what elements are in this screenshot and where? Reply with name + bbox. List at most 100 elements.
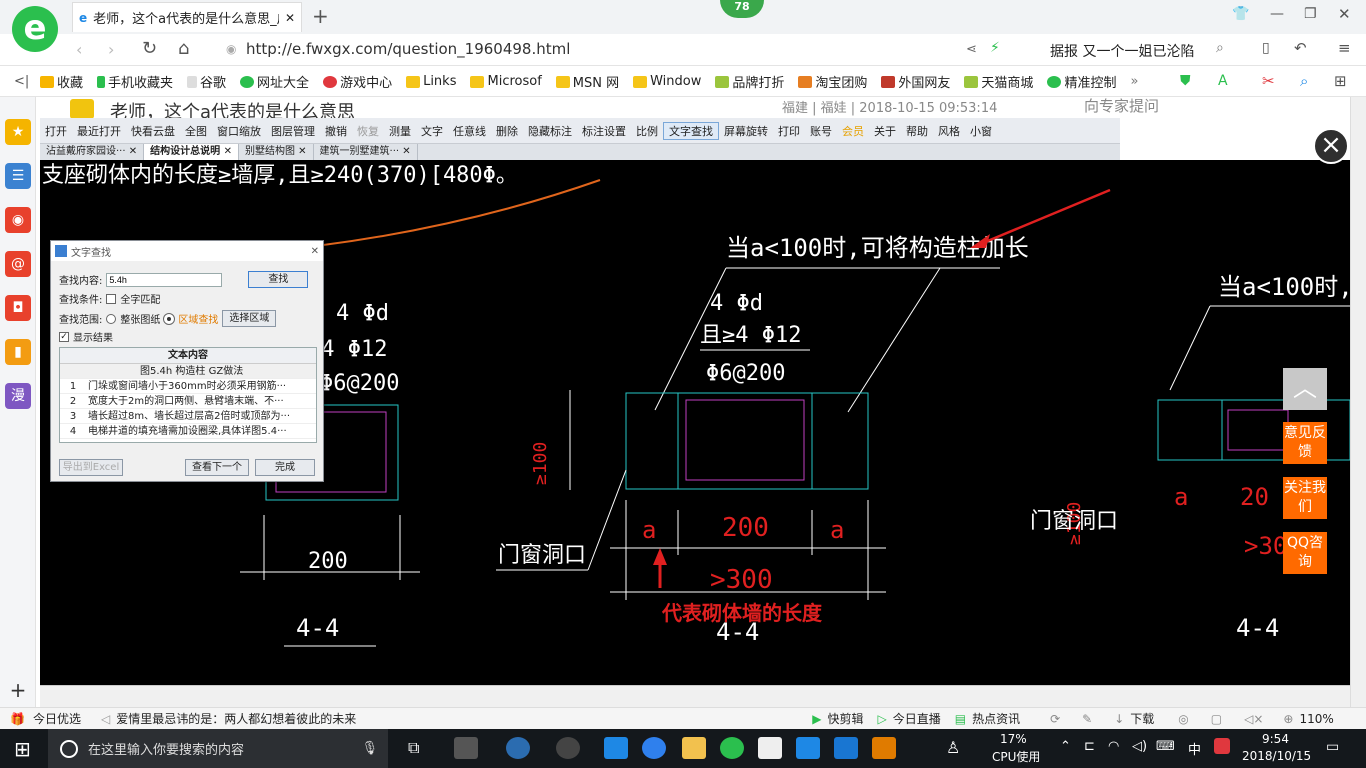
status-ticker[interactable]: 爱情里最忌讳的是：两人都幻想着彼此的未来 bbox=[116, 710, 356, 727]
pin-icon[interactable]: ✎ bbox=[1082, 712, 1092, 726]
cad-tool-undo[interactable]: 撤销 bbox=[320, 123, 352, 139]
new-tab-icon[interactable]: + bbox=[312, 4, 329, 28]
app-pinwheel-icon[interactable] bbox=[454, 737, 478, 759]
whole-word-checkbox[interactable] bbox=[106, 293, 117, 304]
cad-tab[interactable]: 别墅结构图 ✕ bbox=[239, 144, 314, 160]
table-row[interactable]: 4 电梯井道的填充墙需加设圈梁,具体详图5.4··· bbox=[60, 424, 316, 439]
bookmark-item[interactable]: 网址大全 bbox=[240, 72, 309, 91]
cad-tool-fit[interactable]: 全图 bbox=[180, 123, 212, 139]
translate-icon[interactable]: A bbox=[1218, 73, 1228, 89]
cad-tool-cloud[interactable]: 快看云盘 bbox=[126, 123, 180, 139]
restore-icon[interactable]: ❐ bbox=[1304, 6, 1317, 22]
game-controller-icon[interactable]: ◘ bbox=[5, 295, 31, 321]
cad-tool-find-text[interactable]: 文字查找 bbox=[663, 121, 719, 140]
file-explorer-icon[interactable] bbox=[682, 737, 706, 759]
pdf-app-icon[interactable] bbox=[872, 737, 896, 759]
tray-network-icon[interactable]: ⊏ bbox=[1084, 739, 1095, 754]
range-all-radio[interactable] bbox=[106, 313, 117, 324]
feedback-button[interactable]: 意见反馈 bbox=[1283, 422, 1327, 464]
forward-icon[interactable]: › bbox=[108, 40, 114, 59]
edge-icon[interactable] bbox=[604, 737, 628, 759]
bookmark-item[interactable]: 淘宝团购 bbox=[798, 72, 867, 91]
bookmark-item[interactable]: 手机收藏夹 bbox=[97, 72, 173, 91]
app-chrome-icon[interactable] bbox=[556, 737, 580, 759]
browser-logo-icon[interactable]: e bbox=[12, 6, 58, 52]
keyboard-icon[interactable]: ⌨ bbox=[1156, 739, 1175, 754]
cad-tool-print[interactable]: 打印 bbox=[773, 123, 805, 139]
table-row[interactable]: 1 门垛或窗间墙小于360mm时必须采用钢筋··· bbox=[60, 379, 316, 394]
cad-tool-delete[interactable]: 删除 bbox=[491, 123, 523, 139]
zoom-level[interactable]: 110% bbox=[1299, 712, 1333, 726]
people-icon[interactable]: ♙ bbox=[946, 738, 960, 757]
table-row[interactable]: 3 墙长超过8m、墙长超过层高2倍时或顶部为··· bbox=[60, 409, 316, 424]
search-icon[interactable]: ⌕ bbox=[1216, 40, 1224, 56]
tray-chevron-icon[interactable]: ⌃ bbox=[1060, 739, 1071, 754]
ime-indicator[interactable]: 中 bbox=[1188, 739, 1201, 758]
refresh-icon[interactable]: ↻ bbox=[142, 38, 157, 59]
minimize-icon[interactable]: — bbox=[1270, 6, 1284, 22]
microphone-icon[interactable]: 🎙 bbox=[361, 741, 378, 756]
list-icon[interactable]: ☰ bbox=[5, 163, 31, 189]
cad-tool-redo[interactable]: 恢复 bbox=[352, 123, 384, 139]
find-next-button[interactable]: 查看下一个 bbox=[185, 459, 249, 476]
window-icon[interactable]: ▢ bbox=[1211, 712, 1222, 726]
find-button[interactable]: 查找 bbox=[248, 271, 309, 288]
dialog-close-icon[interactable]: ✕ bbox=[311, 246, 319, 257]
gift-icon[interactable]: 🎁 bbox=[10, 712, 25, 726]
site-info-icon[interactable]: ◉ bbox=[226, 42, 236, 56]
clock-date[interactable]: 2018/10/15 bbox=[1242, 749, 1311, 763]
status-item[interactable]: 今日直播 bbox=[893, 710, 941, 727]
add-sidebar-icon[interactable]: + bbox=[5, 677, 31, 703]
cad-tool-help[interactable]: 帮助 bbox=[901, 123, 933, 139]
mail-icon[interactable]: @ bbox=[5, 251, 31, 277]
mail-app-icon[interactable] bbox=[758, 737, 782, 759]
status-item[interactable]: 快剪辑 bbox=[827, 710, 863, 727]
export-excel-button[interactable]: 导出到Excel bbox=[59, 459, 123, 476]
ie-mode-icon[interactable]: ◎ bbox=[1178, 712, 1188, 726]
undo-icon[interactable]: ↶ bbox=[1294, 39, 1307, 57]
table-row[interactable]: 2 宽度大于2m的洞口两侧、悬臂墙末端、不··· bbox=[60, 394, 316, 409]
clock-time[interactable]: 9:54 bbox=[1262, 732, 1289, 746]
find-content-input[interactable] bbox=[106, 272, 223, 287]
cad-tool-zoom-window[interactable]: 窗口缩放 bbox=[212, 123, 266, 139]
bookmark-item[interactable]: 精准控制 bbox=[1047, 72, 1116, 91]
scissors-icon[interactable]: ✂ bbox=[1262, 72, 1275, 90]
cad-tool-rotate[interactable]: 屏幕旋转 bbox=[719, 123, 773, 139]
360-browser-icon[interactable] bbox=[720, 737, 744, 759]
shield-icon[interactable]: ⛊ bbox=[1180, 73, 1191, 89]
close-window-icon[interactable]: ✕ bbox=[1338, 5, 1351, 23]
table-row[interactable]: 图5.4h 构造柱 GZ做法 bbox=[60, 364, 316, 379]
today-picks[interactable]: 今日优选 bbox=[33, 710, 81, 727]
bookmark-item[interactable]: Microsof bbox=[470, 74, 542, 89]
cad-tool-line[interactable]: 任意线 bbox=[448, 123, 491, 139]
close-viewer-button[interactable]: × bbox=[1313, 128, 1349, 164]
bookmark-item[interactable]: MSN 网 bbox=[555, 72, 619, 91]
cad-tool-dim-settings[interactable]: 标注设置 bbox=[577, 123, 631, 139]
cad-tool-recent[interactable]: 最近打开 bbox=[72, 123, 126, 139]
cad-tool-layers[interactable]: 图层管理 bbox=[266, 123, 320, 139]
collapse-icon[interactable]: <| bbox=[14, 74, 29, 89]
task-view-icon[interactable]: ⧉ bbox=[408, 738, 419, 758]
bookmark-item[interactable]: 游戏中心 bbox=[323, 72, 392, 91]
share-icon[interactable]: ⋖ bbox=[966, 42, 977, 57]
bookmark-item[interactable]: 天猫商城 bbox=[964, 72, 1033, 91]
done-button[interactable]: 完成 bbox=[255, 459, 315, 476]
status-tool-icon[interactable]: ⟳ bbox=[1050, 712, 1060, 726]
close-tab-icon[interactable]: ✕ bbox=[285, 11, 295, 25]
find-icon[interactable]: ⌕ bbox=[1300, 72, 1308, 90]
skin-icon[interactable]: 👕 bbox=[1232, 6, 1249, 22]
bookmark-item[interactable]: 谷歌 bbox=[187, 72, 226, 91]
speed-icon[interactable]: ⚡ bbox=[990, 40, 1000, 56]
volume-icon[interactable]: ◁) bbox=[1132, 739, 1147, 754]
windows-start-icon[interactable]: ⊞ bbox=[14, 737, 31, 761]
home-icon[interactable]: ⌂ bbox=[178, 38, 189, 59]
cad-tool-measure[interactable]: 测量 bbox=[384, 123, 416, 139]
status-item[interactable]: 热点资讯 bbox=[972, 710, 1020, 727]
apps-icon[interactable]: ⊞ bbox=[1334, 72, 1347, 90]
bookmark-item[interactable]: Links bbox=[406, 74, 456, 89]
cad-tool-mini[interactable]: 小窗 bbox=[965, 123, 997, 139]
comic-icon[interactable]: 漫 bbox=[5, 383, 31, 409]
page-vertical-scrollbar[interactable] bbox=[1350, 97, 1366, 707]
bookmark-item[interactable]: Window bbox=[633, 74, 701, 89]
cad-tool-hide-dim[interactable]: 隐藏标注 bbox=[523, 123, 577, 139]
